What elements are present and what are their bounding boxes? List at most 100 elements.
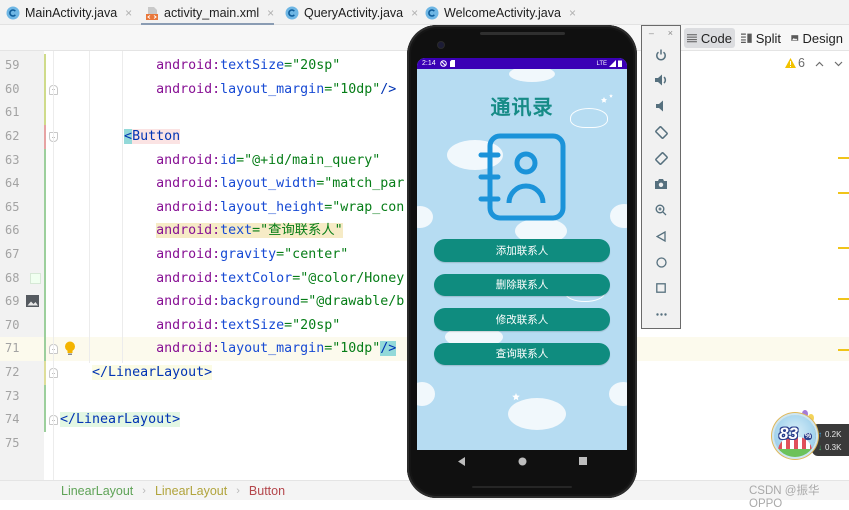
design-view-button[interactable]: Design xyxy=(788,28,846,48)
chevron-up-icon xyxy=(815,61,824,67)
device-screen[interactable]: 2:14 LTE 通讯录 添加联系人 删除联系人 修改联系人 查询联系人 xyxy=(417,58,627,450)
breadcrumb-item[interactable]: LinearLayout xyxy=(61,484,133,498)
code-token-bracket: /> xyxy=(380,81,397,97)
vcs-change-marker[interactable] xyxy=(44,148,46,173)
scrollbar-warning-mark[interactable] xyxy=(838,349,849,351)
tab-main-activity[interactable]: MainActivity.java × xyxy=(0,0,139,25)
java-class-icon xyxy=(285,6,299,19)
rotate-left-button[interactable] xyxy=(642,122,680,142)
code-token-bracket: > xyxy=(204,365,213,380)
code-view-label: Code xyxy=(700,30,732,46)
code-view-button[interactable]: Code xyxy=(684,28,735,48)
scrollbar-warning-mark[interactable] xyxy=(838,247,849,249)
code-text: android:textSize="20sp" xyxy=(60,54,340,78)
network-speed-monitor[interactable]: ↑ 0.2K ↓ 0.3K xyxy=(812,424,849,456)
screenshot-icon xyxy=(655,179,667,189)
breadcrumb-item[interactable]: Button xyxy=(249,484,285,498)
battery-icon xyxy=(618,60,622,67)
vcs-change-marker[interactable] xyxy=(44,337,46,361)
close-icon[interactable]: × xyxy=(267,6,274,20)
vcs-change-marker[interactable] xyxy=(44,243,46,267)
tab-welcome-activity[interactable]: WelcomeActivity.java × xyxy=(416,0,581,25)
vcs-change-marker[interactable] xyxy=(44,77,46,102)
scrollbar-warning-mark[interactable] xyxy=(838,298,849,300)
tab-activity-main-xml[interactable]: activity_main.xml × xyxy=(139,0,276,26)
vcs-change-marker[interactable] xyxy=(44,172,46,196)
scrollbar-warning-mark[interactable] xyxy=(838,192,849,194)
volume-up-button[interactable] xyxy=(642,70,680,90)
code-token-value: ="10dp" xyxy=(324,341,381,357)
rotate-left-icon xyxy=(654,125,668,139)
split-view-button[interactable]: Split xyxy=(738,28,784,48)
zoom-button[interactable] xyxy=(642,200,680,220)
back-icon xyxy=(656,230,666,242)
rotate-right-button[interactable] xyxy=(642,148,680,168)
line-number: 63 xyxy=(5,152,20,167)
delete-contact-button[interactable]: 删除联系人 xyxy=(434,273,610,296)
edit-contact-button[interactable]: 修改联系人 xyxy=(434,308,610,331)
vcs-change-marker[interactable] xyxy=(44,290,46,314)
vcs-change-marker[interactable] xyxy=(44,313,46,338)
back-button[interactable] xyxy=(642,226,680,246)
home-button[interactable] xyxy=(642,252,680,272)
inspection-widget[interactable]: 6 xyxy=(785,55,843,71)
code-text: android:text="查询联系人" xyxy=(60,219,343,243)
code-text: android:textColor="@color/Honey xyxy=(60,267,404,291)
code-token-attr: textSize xyxy=(220,58,285,74)
code-token-bracket: </ xyxy=(60,412,77,428)
warning-icon xyxy=(785,58,796,68)
vcs-change-marker[interactable] xyxy=(44,101,46,125)
previous-highlight-button[interactable] xyxy=(815,56,824,70)
image-icon[interactable] xyxy=(26,295,39,308)
code-token-tag: LinearLayout xyxy=(108,365,205,380)
vcs-change-marker[interactable] xyxy=(44,266,46,291)
rotate-right-icon xyxy=(654,151,668,165)
volume-up-icon xyxy=(654,74,666,86)
memory-usage-badge[interactable]: 83 % xyxy=(774,415,816,457)
tab-query-activity[interactable]: QueryActivity.java × xyxy=(276,0,418,25)
vcs-change-marker[interactable] xyxy=(44,195,46,220)
color-swatch-icon[interactable] xyxy=(30,272,41,284)
screenshot-button[interactable] xyxy=(642,174,680,194)
power-button[interactable] xyxy=(642,45,680,65)
overview-button[interactable] xyxy=(642,278,680,298)
code-token-attr: text xyxy=(220,223,253,239)
code-text: </LinearLayout> xyxy=(60,408,181,432)
vcs-change-marker[interactable] xyxy=(44,219,46,243)
vcs-change-marker[interactable] xyxy=(44,384,46,409)
code-text: android:layout_margin="10dp"/> xyxy=(60,78,396,102)
volume-down-button[interactable] xyxy=(642,96,680,116)
vcs-change-marker[interactable] xyxy=(44,125,46,149)
code-token-ns: android: xyxy=(156,294,221,310)
vcs-change-marker[interactable] xyxy=(44,361,46,385)
nav-back-icon[interactable] xyxy=(458,457,466,466)
close-icon[interactable]: × xyxy=(569,6,576,20)
cloud-decoration xyxy=(417,382,435,406)
earpiece-speaker xyxy=(480,32,565,35)
query-contact-button[interactable]: 查询联系人 xyxy=(434,342,610,365)
close-icon[interactable]: × xyxy=(125,6,132,20)
line-number: 62 xyxy=(5,129,20,143)
nav-overview-icon[interactable] xyxy=(579,457,587,465)
scrollbar-warning-mark[interactable] xyxy=(838,157,849,159)
vcs-change-marker[interactable] xyxy=(44,54,46,78)
next-highlight-button[interactable] xyxy=(834,56,843,70)
add-contact-button[interactable]: 添加联系人 xyxy=(434,239,610,262)
line-number: 66 xyxy=(5,223,20,238)
minimize-button[interactable]: – xyxy=(649,28,654,38)
breadcrumb-item[interactable]: LinearLayout xyxy=(155,484,227,498)
vcs-change-marker[interactable] xyxy=(44,408,46,432)
signal-icon xyxy=(609,60,616,67)
code-token-attr: layout_margin xyxy=(220,341,325,357)
home-icon xyxy=(655,256,667,268)
close-panel-button[interactable]: × xyxy=(668,28,673,38)
chevron-down-icon xyxy=(834,61,843,67)
more-options-button[interactable] xyxy=(642,304,680,324)
code-token-ns: android: xyxy=(156,176,221,192)
indent-guide xyxy=(89,51,90,363)
nav-home-icon[interactable] xyxy=(518,457,527,466)
